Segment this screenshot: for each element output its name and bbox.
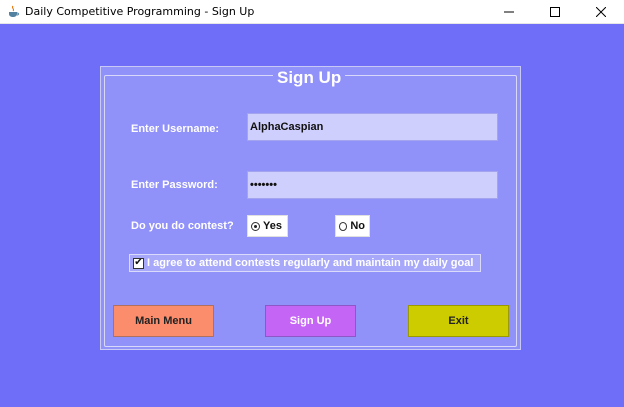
panel-title: Sign Up xyxy=(273,67,346,89)
password-label: Enter Password: xyxy=(131,179,218,191)
sign-up-button[interactable]: Sign Up xyxy=(265,305,356,337)
username-label: Enter Username: xyxy=(131,123,220,135)
contest-question-label: Do you do contest? xyxy=(131,220,234,232)
password-input[interactable]: ••••••• xyxy=(247,171,498,199)
minimize-button[interactable] xyxy=(486,0,532,24)
radio-no-label: No xyxy=(350,220,365,232)
agree-checkbox[interactable]: ✔ I agree to attend contests regularly a… xyxy=(129,254,481,272)
checkmark-icon: ✔ xyxy=(133,257,144,269)
radio-selected-icon xyxy=(251,221,260,231)
window-titlebar: Daily Competitive Programming - Sign Up xyxy=(0,0,624,24)
close-icon xyxy=(596,7,606,17)
window-content: Sign Up Enter Username: AlphaCaspian Ent… xyxy=(0,24,624,407)
agree-label: I agree to attend contests regularly and… xyxy=(147,257,474,269)
radio-unselected-icon xyxy=(339,221,348,231)
main-menu-button[interactable]: Main Menu xyxy=(113,305,214,337)
maximize-icon xyxy=(550,7,560,17)
close-button[interactable] xyxy=(578,0,624,24)
exit-button[interactable]: Exit xyxy=(408,305,509,337)
username-input[interactable]: AlphaCaspian xyxy=(247,113,498,141)
minimize-icon xyxy=(504,11,514,13)
java-cup-icon xyxy=(9,5,19,17)
radio-no[interactable]: No xyxy=(335,215,370,237)
maximize-button[interactable] xyxy=(532,0,578,24)
signup-panel: Sign Up Enter Username: AlphaCaspian Ent… xyxy=(100,66,521,350)
radio-yes-label: Yes xyxy=(263,220,282,232)
window-title: Daily Competitive Programming - Sign Up xyxy=(25,5,255,18)
radio-yes[interactable]: Yes xyxy=(247,215,288,237)
